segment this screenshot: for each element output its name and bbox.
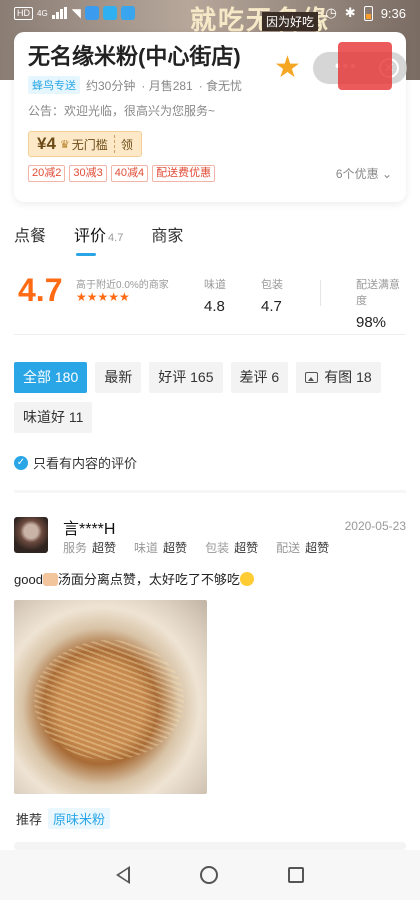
filter-negative[interactable]: 差评 6: [230, 362, 289, 393]
clock: 9:36: [380, 5, 406, 21]
coupon-button[interactable]: ¥4 ♛ 无门槛 领: [28, 131, 142, 157]
back-icon[interactable]: [116, 866, 130, 884]
review-date: 2020-05-23: [344, 519, 406, 533]
filter-label: 有图 18: [324, 369, 372, 385]
only-content-toggle[interactable]: ✓ 只看有内容的评价: [14, 453, 137, 472]
tab-order[interactable]: 点餐: [14, 222, 46, 256]
image-icon: [305, 372, 319, 383]
divider: [14, 490, 406, 493]
rating-summary: 4.7 高于附近0.0%的商家 ★★★★★ 味道 4.8 包装 4.7 配送满意…: [14, 270, 406, 331]
recent-apps-icon[interactable]: [288, 867, 304, 883]
alarm-icon: ◷: [325, 5, 337, 20]
next-review-card: [14, 842, 406, 850]
tab-reviews[interactable]: 评价 4.7: [74, 222, 123, 256]
tab-merchant[interactable]: 商家: [151, 222, 183, 256]
favorite-star-icon[interactable]: ★: [274, 53, 301, 83]
chevron-down-icon: ⌄: [381, 167, 392, 181]
score-key: 服务: [63, 541, 88, 555]
home-icon[interactable]: [200, 866, 218, 884]
app-notification-icon-2: [102, 6, 117, 20]
taste-score: 味道 4.8: [204, 276, 226, 315]
only-content-label: 只看有内容的评价: [33, 456, 138, 471]
status-bar: HD 4G ◥ ◷ ✱ 9:36: [0, 0, 420, 26]
red-overlay-marker: [338, 42, 392, 90]
score-key: 味道: [134, 541, 159, 555]
review-photo[interactable]: [14, 600, 207, 794]
delivery-tag: 蜂鸟专送: [28, 76, 80, 94]
hd-indicator: HD: [14, 6, 33, 20]
promo-tag: 40减4: [110, 165, 149, 182]
app-notification-icon-3: [120, 6, 135, 20]
overall-score: 4.7: [18, 272, 63, 308]
thumbs-up-icon: [42, 573, 58, 586]
tab-label: 点餐: [14, 228, 47, 245]
score-value: 超赞: [234, 541, 259, 555]
review-text-part: 汤面分离点赞，太好吃了不够吃: [57, 572, 240, 587]
packaging-label: 包装: [261, 279, 283, 291]
score-value: 超赞: [163, 541, 188, 555]
packaging-value: 4.7: [261, 298, 282, 315]
taste-label: 味道: [204, 279, 226, 291]
promo-tag: 配送费优惠: [152, 165, 216, 182]
promo-tag: 30减3: [69, 165, 107, 182]
delivery-score: 配送满意度 98%: [356, 276, 406, 331]
tab-review-score: 4.7: [108, 232, 124, 244]
coupon-claim: 领: [120, 137, 133, 152]
wifi-icon: ◥: [71, 6, 81, 20]
bluetooth-icon: ✱: [344, 5, 356, 20]
filter-tasty[interactable]: 味道好 11: [14, 402, 93, 433]
signal-icon: [51, 7, 68, 19]
filter-with-images[interactable]: 有图 18: [296, 362, 381, 393]
shop-notice: 公告：欢迎光临，很高兴为您服务~: [28, 104, 216, 118]
avatar[interactable]: [14, 517, 48, 553]
reviewer-name: 言****H: [63, 521, 116, 538]
score-item: 服务 超赞: [63, 539, 116, 556]
score-item: 包装 超赞: [205, 539, 258, 556]
filter-latest[interactable]: 最新: [95, 362, 142, 393]
battery-icon: [363, 5, 373, 21]
crown-icon: ♛: [59, 138, 70, 151]
rank-text: 高于附近0.0%的商家: [76, 280, 169, 291]
review-text: good 汤面分离点赞，太好吃了不够吃: [14, 569, 254, 588]
review-text-part: good: [14, 572, 43, 587]
tab-bar: 点餐 评价 4.7 商家: [14, 222, 183, 256]
app-notification-icon: [84, 6, 99, 20]
coupon-divider: [113, 135, 115, 153]
score-value: 超赞: [305, 541, 330, 555]
review-scores: 服务 超赞 味道 超赞 包装 超赞 配送 超赞: [63, 539, 329, 556]
delivery-label: 配送满意度: [356, 279, 400, 307]
score-item: 配送 超赞: [276, 539, 329, 556]
filter-all[interactable]: 全部 180: [14, 362, 88, 393]
packaging-score: 包装 4.7: [261, 276, 283, 315]
taste-value: 4.8: [204, 298, 225, 315]
promo-tag: 20减2: [28, 165, 66, 182]
tab-label: 商家: [151, 228, 184, 245]
divider: [320, 280, 321, 306]
network-type: 4G: [37, 8, 48, 18]
score-key: 包装: [205, 541, 230, 555]
divider: [14, 334, 406, 335]
recommend-label: 推荐: [16, 812, 43, 827]
food-safety: · 食无忧: [198, 78, 243, 93]
filter-positive[interactable]: 好评 165: [149, 362, 223, 393]
star-rating: ★★★★★: [76, 290, 130, 304]
monthly-sales: · 月售281: [141, 78, 193, 93]
flushed-face-icon: [239, 572, 254, 586]
score-key: 配送: [276, 541, 301, 555]
coupon-amount: ¥4: [37, 134, 56, 153]
more-promos-button[interactable]: 6个优惠 ⌄: [336, 165, 392, 182]
recommended-item-tag[interactable]: 原味米粉: [48, 808, 111, 829]
more-promos-label: 6个优惠: [335, 167, 379, 181]
coupon-condition: 无门槛: [71, 137, 108, 152]
system-nav-bar: [0, 850, 420, 900]
delivery-time: 约30分钟: [86, 78, 136, 93]
delivery-value: 98%: [356, 314, 387, 331]
score-value: 超赞: [92, 541, 117, 555]
review-filters: 全部 180 最新 好评 165 差评 6 有图 18 味道好 11: [14, 362, 406, 433]
score-item: 味道 超赞: [134, 539, 187, 556]
check-icon: ✓: [14, 455, 28, 470]
tab-label: 评价: [74, 228, 107, 245]
recommended-items: 推荐 原味米粉: [16, 808, 111, 829]
